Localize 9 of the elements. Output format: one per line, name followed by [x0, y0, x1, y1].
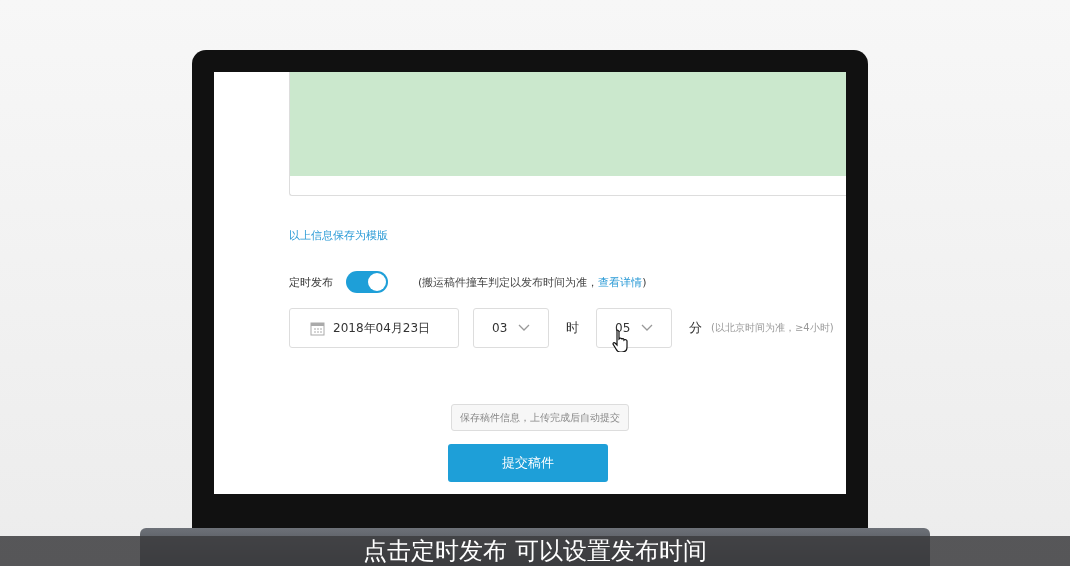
tooltip: 保存稿件信息，上传完成后自动提交 — [451, 404, 629, 431]
video-caption: 点击定时发布 可以设置发布时间 — [0, 536, 1070, 566]
hour-select[interactable]: 03 — [473, 308, 549, 348]
hour-unit: 时 — [566, 319, 579, 337]
minute-unit: 分 — [689, 319, 702, 337]
publish-note: (搬运稿件撞车判定以发布时间为准，查看详情) — [418, 274, 647, 290]
timezone-hint: (以北京时间为准，≥4小时) — [711, 321, 834, 335]
date-field[interactable]: 2018年04月23日 — [289, 308, 459, 348]
scheduled-publish-label: 定时发布 — [289, 274, 333, 290]
